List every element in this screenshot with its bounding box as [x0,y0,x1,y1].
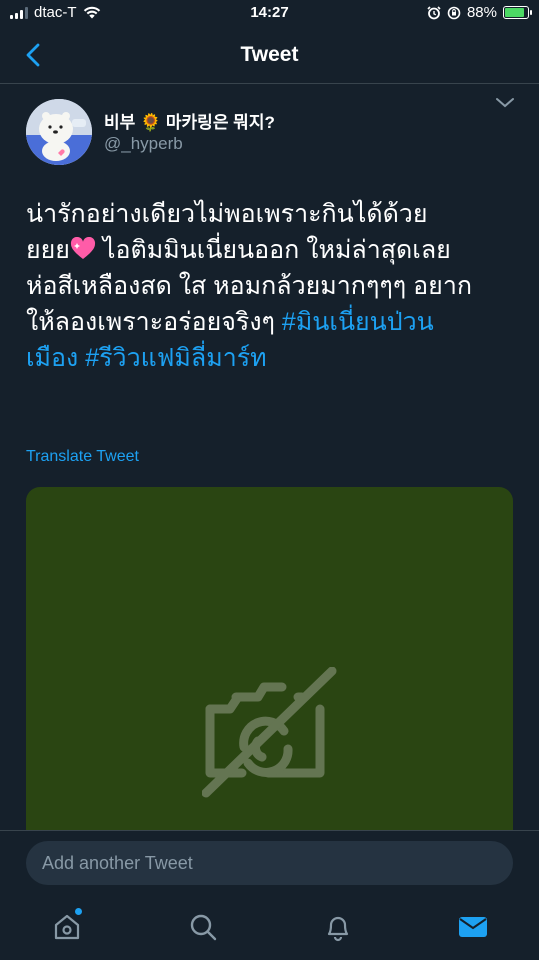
tweet-text-line: ให้ลองเพราะอร่อยจริงๆ #มินเนี่ยนป่วน [26,304,506,340]
tweet-media[interactable] [26,487,513,847]
rotation-lock-icon [447,6,461,19]
status-bar: dtac-T 14:27 88% [0,0,539,28]
sparkling-heart-icon [70,237,95,259]
search-icon [190,914,217,941]
tab-search[interactable] [186,910,220,944]
status-right: 88% [427,4,532,21]
avatar[interactable] [26,99,92,165]
tweet-text-segment: ให้ลองเพราะอร่อยจริงๆ [26,308,282,336]
translate-tweet-link[interactable]: Translate Tweet [26,448,139,466]
mail-icon [459,917,487,937]
navbar: Tweet [0,28,539,84]
home-icon [54,914,80,940]
tweet-text-line: น่ารักอย่างเดียวไม่พอเพราะกินได้ด้วย [26,200,428,228]
tweet-text-line: ห่อสีเหลืองสด ใส หอมกล้วยมากๆๆๆ อยาก [26,272,473,300]
author-handle[interactable]: @_hyperb [104,134,183,154]
hashtag-link[interactable]: #รีวิวแฟมิลี่มาร์ท [85,344,266,372]
tweet-text-line: เมือง #รีวิวแฟมิลี่มาร์ท [26,340,506,376]
hashtag-link[interactable]: เมือง [26,344,78,372]
alarm-icon [427,5,441,19]
tweet-text-segment: ยยย [26,236,70,264]
tweet-header: 비부 🌻 마카링은 뭐지? @_hyperb [26,96,516,168]
author-name[interactable]: 비부 🌻 마카링은 뭐지? [104,108,275,133]
page-title: Tweet [240,43,299,66]
hashtag-link[interactable]: #มินเนี่ยนป่วน [282,308,434,336]
tab-messages[interactable] [456,910,490,944]
battery-icon [503,6,532,19]
bell-icon [327,916,349,942]
image-unavailable-icon [202,667,337,798]
tab-bar [0,896,539,960]
tab-notifications[interactable] [321,910,355,944]
avatar-image [26,99,92,165]
battery-percent: 88% [466,4,497,21]
reply-input[interactable] [26,841,513,885]
reply-bar [0,830,539,896]
tab-home[interactable] [50,908,84,944]
tweet-text: น่ารักอย่างเดียวไม่พอเพราะกินได้ด้วย ยยย… [26,196,506,376]
notification-dot [75,908,82,915]
chevron-down-icon[interactable] [494,96,516,110]
tweet-text-segment: ไอติมมินเนี่ยนออก ใหม่ล่าสุดเลย [95,236,451,264]
tweet-text-line: ยยย ไอติมมินเนี่ยนออก ใหม่ล่าสุดเลย [26,232,506,268]
